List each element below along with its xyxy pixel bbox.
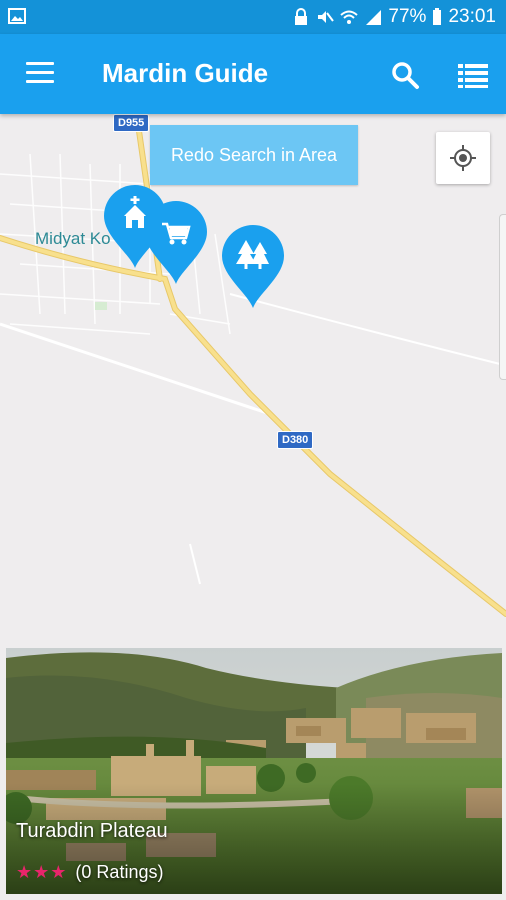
app-bar: Mardin Guide: [0, 34, 506, 114]
battery-icon: [433, 8, 442, 25]
lock-notification-icon: [295, 8, 308, 25]
rating-row: ★★★ (0 Ratings): [16, 862, 163, 883]
redo-search-button[interactable]: Redo Search in Area: [150, 125, 358, 185]
search-icon[interactable]: [390, 60, 420, 90]
rating-stars: ★★★: [16, 862, 68, 882]
wifi-icon: [340, 10, 359, 24]
clock: 23:01: [448, 6, 496, 27]
mute-icon: [318, 11, 335, 23]
map-view[interactable]: D955 D380 Midyat Ko Redo Search in Area: [0, 114, 506, 646]
rating-count: (0 Ratings): [75, 862, 164, 882]
signal-icon: [366, 10, 382, 25]
road-label-d955: D955: [113, 114, 150, 132]
map-roads: [0, 121, 506, 617]
place-card[interactable]: Turabdin Plateau ★★★ (0 Ratings): [6, 648, 502, 894]
crosshair-icon: [450, 145, 476, 171]
list-view-icon[interactable]: [458, 64, 488, 88]
map-pin-shopping[interactable]: [143, 200, 209, 286]
app-title: Mardin Guide: [102, 58, 269, 88]
gallery-notification-icon: [8, 8, 26, 24]
place-photo: [6, 648, 502, 894]
place-title: Turabdin Plateau: [16, 820, 168, 842]
map-pin-nature[interactable]: [220, 224, 286, 310]
status-bar: 77% 23:01: [0, 0, 506, 34]
menu-icon[interactable]: [26, 62, 54, 84]
my-location-button[interactable]: [436, 132, 490, 184]
town-label: Midyat Ko: [35, 229, 111, 248]
road-label-d380: D380: [277, 431, 314, 449]
battery-percentage: 77%: [388, 6, 427, 27]
side-drawer-handle[interactable]: [499, 214, 506, 380]
